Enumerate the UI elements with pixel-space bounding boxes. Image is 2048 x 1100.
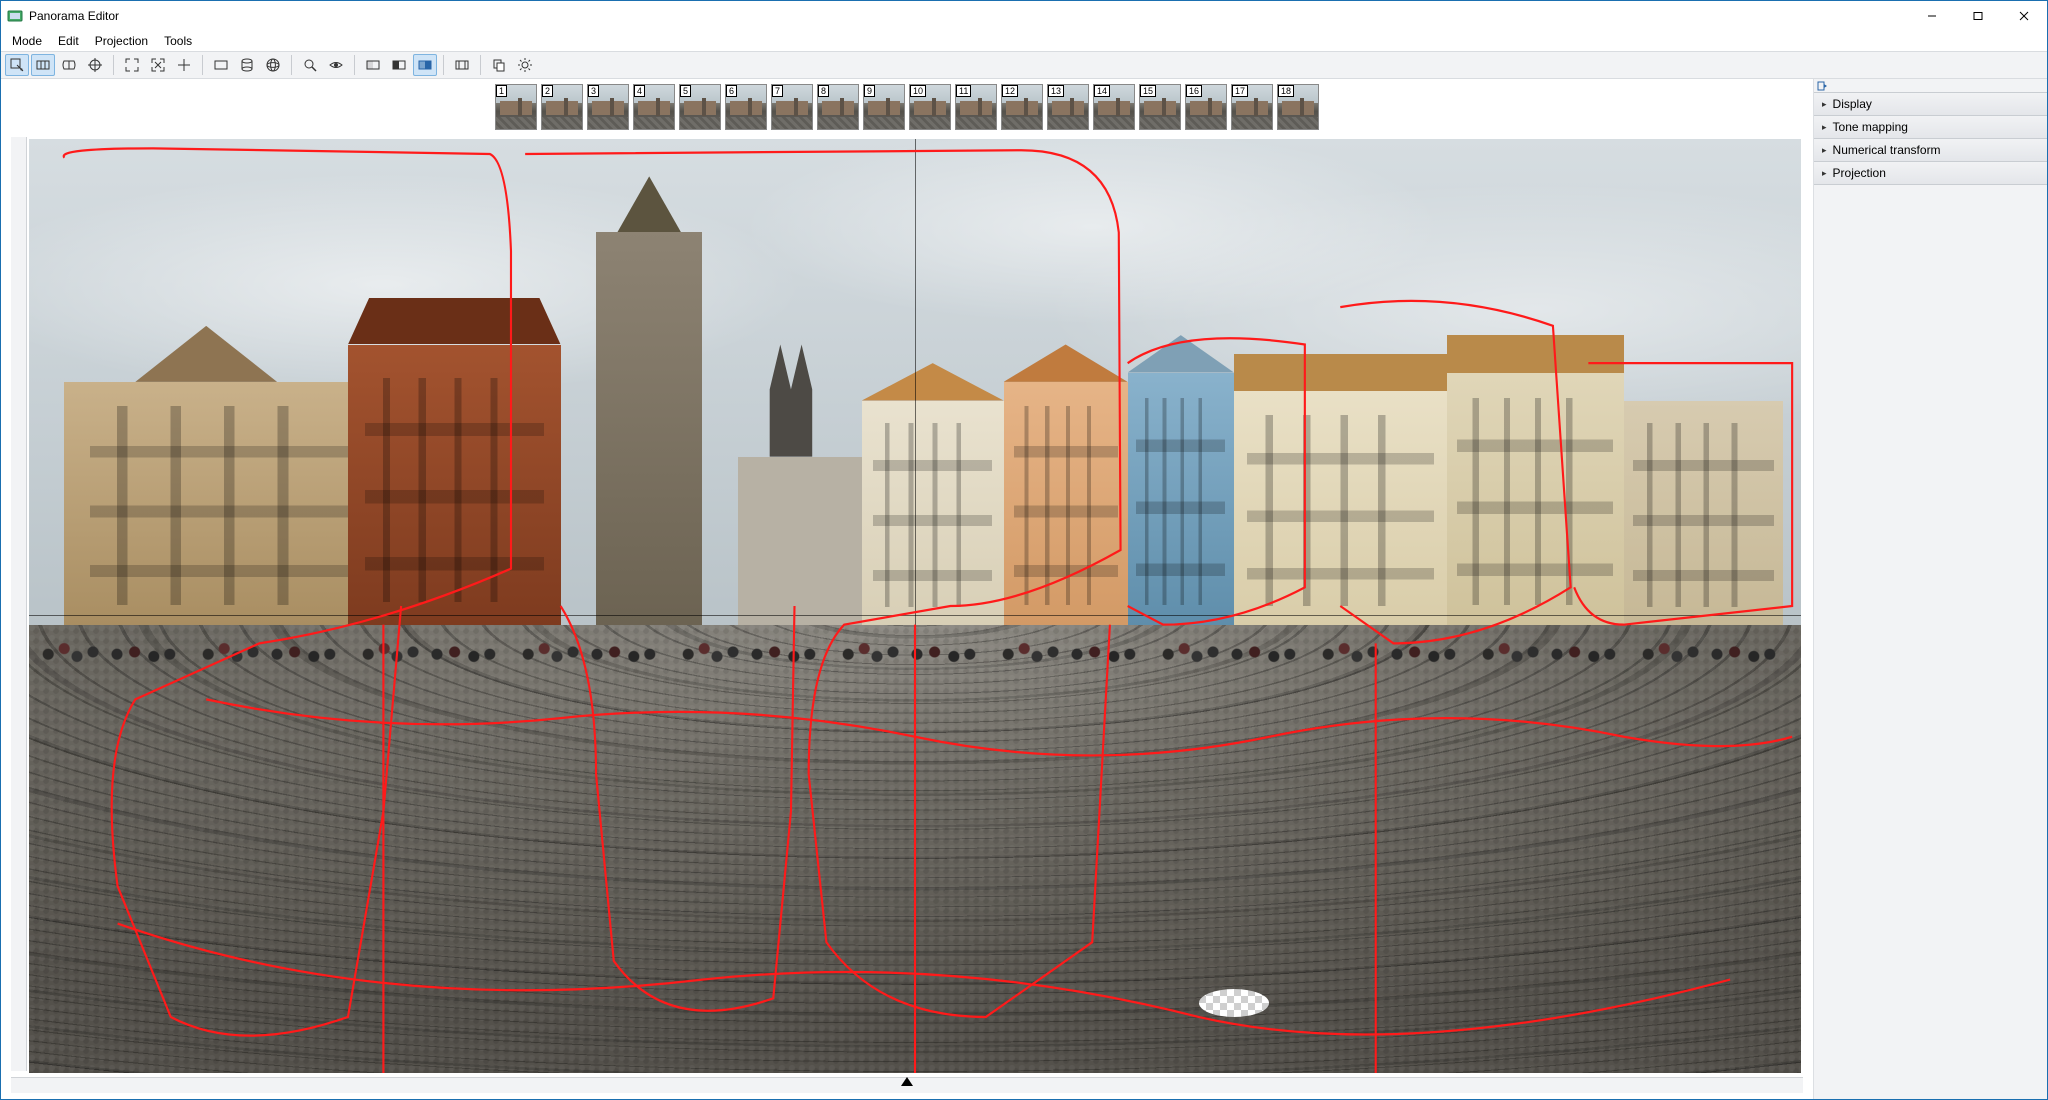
projection-cylinder-icon[interactable] <box>235 54 259 76</box>
thumbnail-13[interactable]: 13 <box>1047 84 1089 130</box>
thumbnail-16[interactable]: 16 <box>1185 84 1227 130</box>
panel-projection[interactable]: ▸ Projection <box>1814 161 2047 185</box>
compare-ab-icon[interactable] <box>413 54 437 76</box>
seam-overlay <box>29 139 1801 1073</box>
settings-icon[interactable] <box>513 54 537 76</box>
chevron-right-icon: ▸ <box>1822 99 1827 110</box>
thumbnail-4[interactable]: 4 <box>633 84 675 130</box>
panel-tone-mapping[interactable]: ▸ Tone mapping <box>1814 115 2047 139</box>
tool-rotate-icon[interactable] <box>57 54 81 76</box>
tool-actual-size-icon[interactable] <box>146 54 170 76</box>
thumbnail-9[interactable]: 9 <box>863 84 905 130</box>
compare-b-icon[interactable] <box>387 54 411 76</box>
tool-move-pan-icon[interactable] <box>31 54 55 76</box>
toolbar-separator <box>354 55 355 75</box>
window-close-button[interactable] <box>2001 1 2047 31</box>
toolbar-separator <box>202 55 203 75</box>
thumbnail-10[interactable]: 10 <box>909 84 951 130</box>
thumbnail-strip: 123456789101112131415161718 <box>1 79 1813 133</box>
panel-label: Numerical transform <box>1833 143 1941 157</box>
side-panel-collapse-button[interactable] <box>1814 79 2047 93</box>
compare-a-icon[interactable] <box>361 54 385 76</box>
thumbnail-3[interactable]: 3 <box>587 84 629 130</box>
grid-3d-icon[interactable] <box>450 54 474 76</box>
thumbnail-7[interactable]: 7 <box>771 84 813 130</box>
vertical-ruler[interactable] <box>11 137 27 1071</box>
thumbnail-18[interactable]: 18 <box>1277 84 1319 130</box>
chevron-right-icon: ▸ <box>1822 145 1827 156</box>
thumbnail-8[interactable]: 8 <box>817 84 859 130</box>
tool-fit-icon[interactable] <box>120 54 144 76</box>
thumbnail-14[interactable]: 14 <box>1093 84 1135 130</box>
chevron-right-icon: ▸ <box>1822 168 1827 179</box>
toolbar-separator <box>480 55 481 75</box>
thumbnail-11[interactable]: 11 <box>955 84 997 130</box>
menu-mode[interactable]: Mode <box>5 32 49 50</box>
tool-straighten-icon[interactable] <box>172 54 196 76</box>
chevron-right-icon: ▸ <box>1822 122 1827 133</box>
app-window: Panorama Editor Mode Edit Projection Too… <box>0 0 2048 1100</box>
tool-edit-individual-icon[interactable] <box>5 54 29 76</box>
app-icon <box>7 8 23 24</box>
preview-eye-icon[interactable] <box>324 54 348 76</box>
thumbnail-12[interactable]: 12 <box>1001 84 1043 130</box>
tool-center-icon[interactable] <box>83 54 107 76</box>
thumbnail-2[interactable]: 2 <box>541 84 583 130</box>
titlebar: Panorama Editor <box>1 1 2047 31</box>
window-maximize-button[interactable] <box>1955 1 2001 31</box>
panel-label: Tone mapping <box>1833 120 1908 134</box>
thumbnail-5[interactable]: 5 <box>679 84 721 130</box>
projection-rect-icon[interactable] <box>209 54 233 76</box>
center-marker-icon[interactable] <box>901 1077 913 1086</box>
window-minimize-button[interactable] <box>1909 1 1955 31</box>
menubar: Mode Edit Projection Tools <box>1 31 2047 51</box>
app-title: Panorama Editor <box>29 9 119 23</box>
panel-label: Projection <box>1833 166 1886 180</box>
zoom-tool-icon[interactable] <box>298 54 322 76</box>
panel-label: Display <box>1833 97 1872 111</box>
projection-sphere-icon[interactable] <box>261 54 285 76</box>
thumbnail-15[interactable]: 15 <box>1139 84 1181 130</box>
main-area: 123456789101112131415161718 <box>1 79 1813 1099</box>
panel-display[interactable]: ▸ Display <box>1814 92 2047 116</box>
panel-numerical-transform[interactable]: ▸ Numerical transform <box>1814 138 2047 162</box>
horizontal-ruler[interactable] <box>11 1077 1803 1093</box>
menu-tools[interactable]: Tools <box>157 32 199 50</box>
thumbnail-17[interactable]: 17 <box>1231 84 1273 130</box>
menu-edit[interactable]: Edit <box>51 32 86 50</box>
menu-projection[interactable]: Projection <box>88 32 155 50</box>
panorama-viewport[interactable] <box>29 139 1801 1073</box>
copy-icon[interactable] <box>487 54 511 76</box>
thumbnail-1[interactable]: 1 <box>495 84 537 130</box>
panorama-canvas-wrap <box>11 137 1803 1093</box>
toolbar-separator <box>291 55 292 75</box>
thumbnail-6[interactable]: 6 <box>725 84 767 130</box>
toolbar-separator <box>113 55 114 75</box>
toolbar <box>1 51 2047 79</box>
toolbar-separator <box>443 55 444 75</box>
side-panel: ▸ Display ▸ Tone mapping ▸ Numerical transf… <box>1813 79 2047 1099</box>
